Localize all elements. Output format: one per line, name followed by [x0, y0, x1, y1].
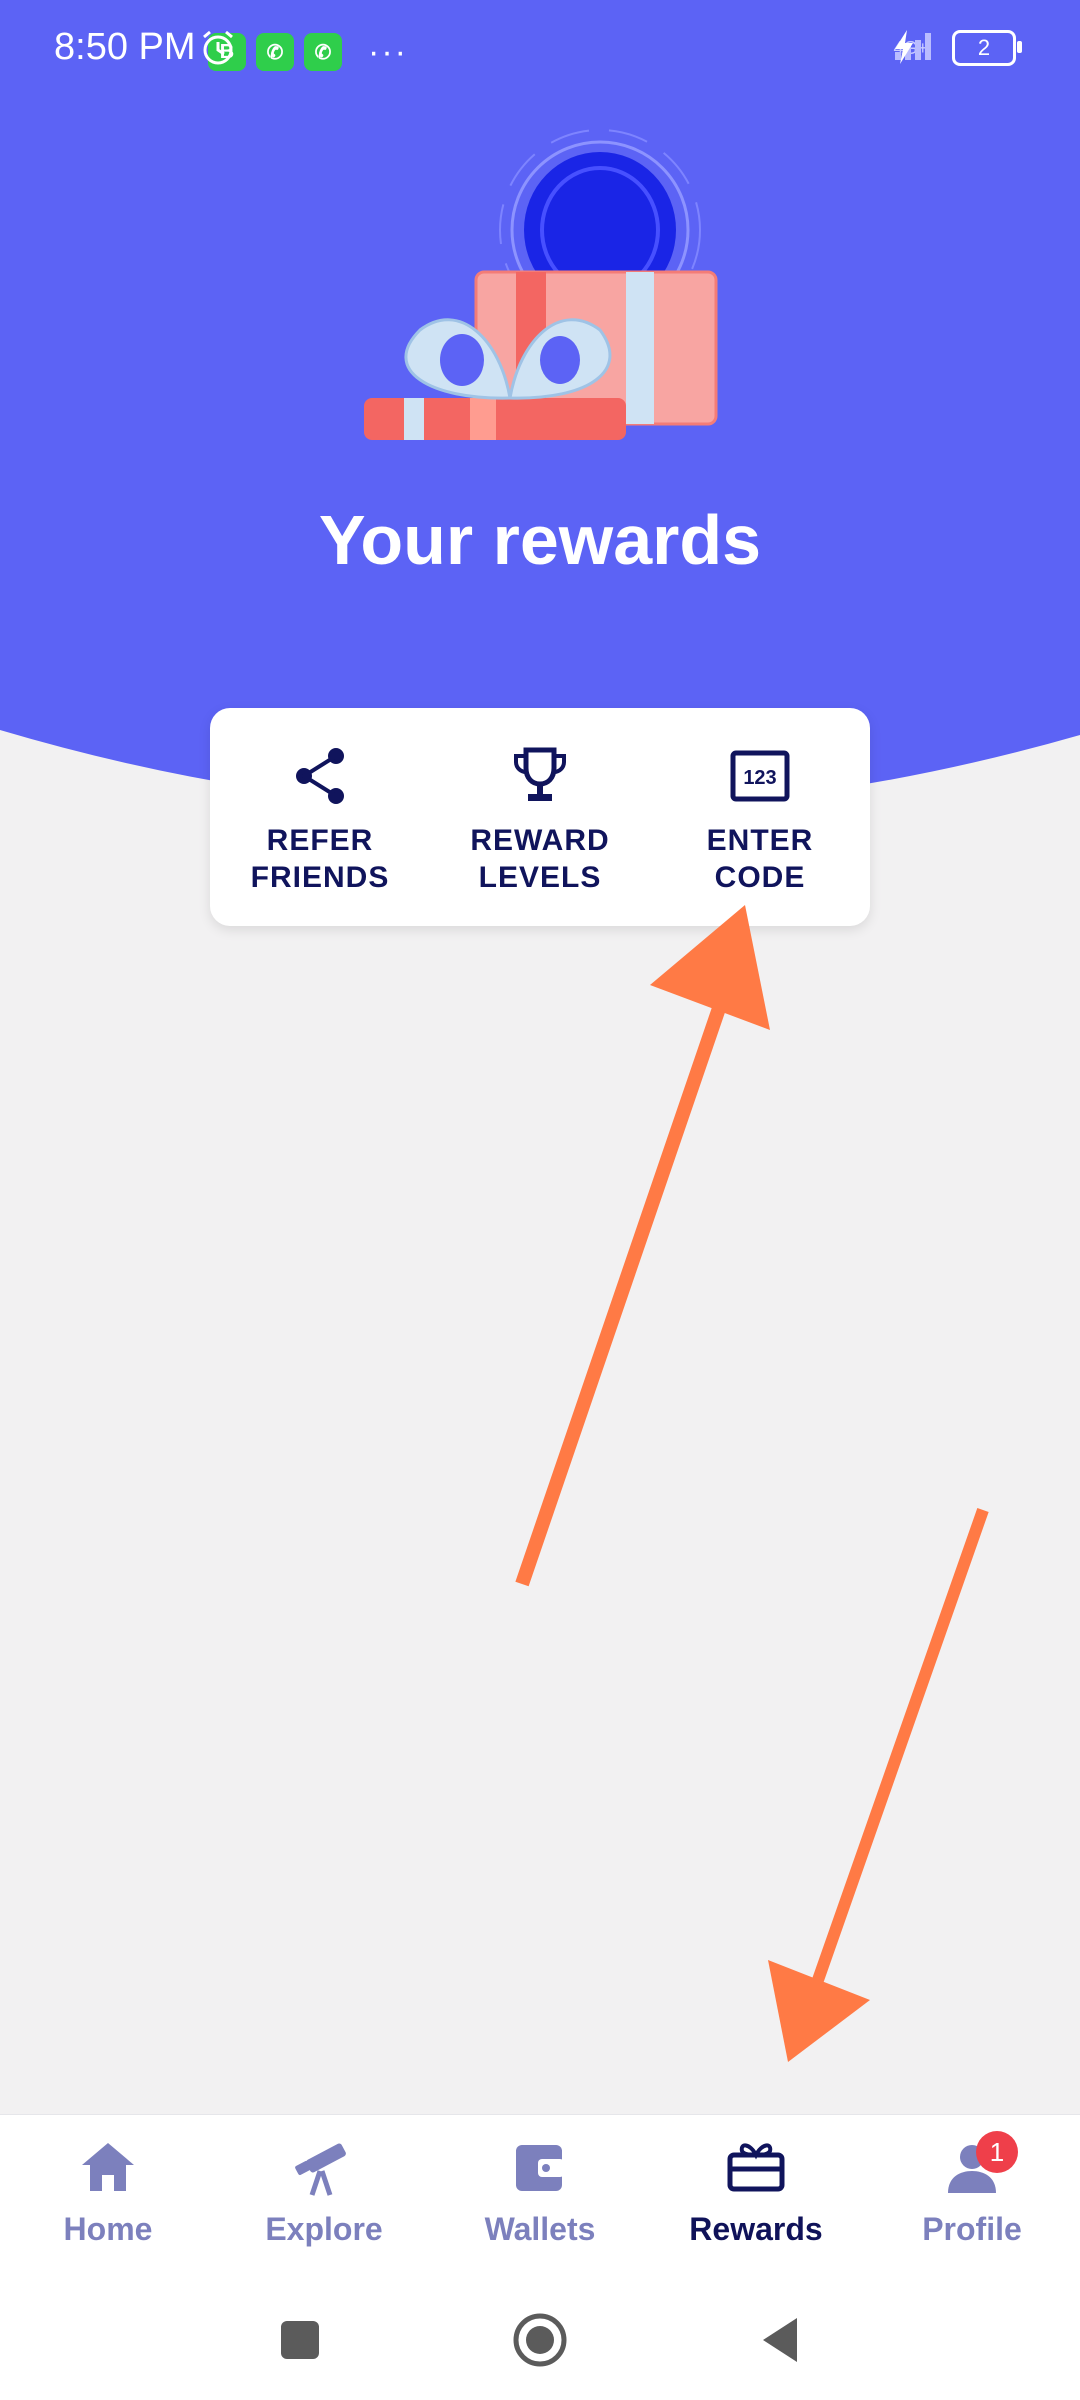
telescope-icon — [292, 2137, 356, 2197]
status-right: 4G+ 2 — [893, 30, 1028, 66]
refer-friends-button[interactable]: REFER FRIENDS — [210, 708, 430, 926]
page-title: Your rewards — [318, 501, 762, 579]
notification-icons: B ✆ ✆ ··· — [198, 28, 408, 76]
whatsapp-icon: ✆ — [304, 33, 342, 71]
enter-code-label: ENTER CODE — [706, 824, 814, 894]
wallet-icon — [508, 2137, 572, 2197]
back-button[interactable] — [750, 2310, 810, 2370]
hero-background — [0, 0, 1080, 800]
nav-explore-label: Explore — [265, 2211, 383, 2247]
home-icon — [76, 2137, 140, 2197]
status-bar: 8:50 PM B ✆ ✆ ··· 4G+ 2 — [0, 0, 1080, 104]
nav-profile-label: Profile — [922, 2211, 1022, 2247]
nav-rewards[interactable]: Rewards — [648, 2115, 864, 2280]
keypad-123-icon: 123 — [728, 744, 792, 808]
rewards-actions-card: REFER FRIENDS REWARD LEVELS 123 ENTER CO… — [210, 708, 870, 926]
share-icon — [288, 744, 352, 808]
whatsapp-icon: ✆ — [256, 33, 294, 71]
arrow-to-enter-code — [515, 905, 770, 1587]
nav-rewards-label: Rewards — [689, 2211, 823, 2247]
back-triangle-icon — [763, 2317, 797, 2362]
recent-apps-button[interactable] — [270, 2310, 330, 2370]
enter-code-button[interactable]: 123 ENTER CODE — [650, 708, 870, 926]
more-notifications-icon: ··· — [368, 32, 408, 71]
nav-explore[interactable]: Explore — [216, 2115, 432, 2280]
rewards-hero: 8:50 PM B ✆ ✆ ··· 4G+ 2 Your rewards — [0, 0, 1080, 800]
battery-icon: 2 — [952, 30, 1022, 66]
nav-wallets-label: Wallets — [484, 2211, 596, 2247]
trophy-icon — [508, 744, 572, 808]
nav-profile[interactable]: 1 Profile — [864, 2115, 1080, 2280]
arrow-to-rewards-tab — [768, 1508, 989, 2062]
system-navigation-bar — [0, 2279, 1080, 2400]
refer-friends-label: REFER FRIENDS — [250, 824, 390, 894]
nav-home-label: Home — [63, 2211, 153, 2247]
square-icon — [281, 2320, 319, 2359]
status-time: 8:50 PM — [54, 26, 196, 68]
nav-wallets[interactable]: Wallets — [432, 2115, 648, 2280]
reward-levels-label: REWARD LEVELS — [470, 824, 610, 894]
gift-icon — [724, 2137, 788, 2197]
circle-icon — [513, 2313, 567, 2366]
home-system-button[interactable] — [510, 2310, 570, 2370]
nav-home[interactable]: Home — [0, 2115, 216, 2280]
bottom-navigation: Home Explore Wallets Rewards 1 Profile — [0, 2114, 1080, 2280]
keypad-icon-text: 123 — [743, 767, 776, 789]
reward-levels-button[interactable]: REWARD LEVELS — [430, 708, 650, 926]
profile-notification-badge: 1 — [976, 2131, 1018, 2173]
